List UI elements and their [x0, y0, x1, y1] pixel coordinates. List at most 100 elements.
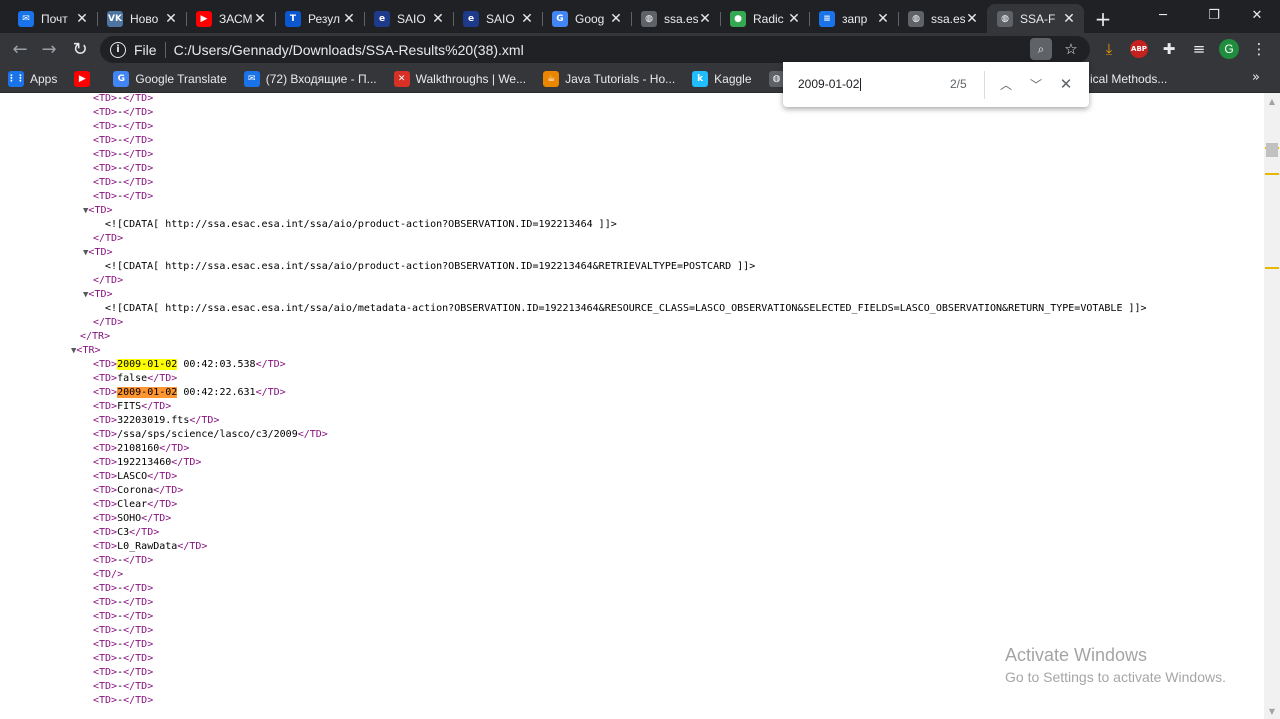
bookmark-item[interactable]: ☕ Java Tutorials - Ho... [543, 70, 676, 87]
tab-11[interactable]: ◍ SSA-F ✕ [987, 4, 1084, 33]
scrollbar-thumb[interactable] [1266, 143, 1278, 157]
find-close-icon[interactable]: ✕ [1055, 73, 1077, 95]
xml-td: <TD>-</TD> [93, 639, 154, 650]
xml-td-empty: <TD/> [93, 569, 124, 580]
tab-2[interactable]: ▶ ЗАСМ ✕ [186, 4, 275, 33]
tab-strip: ✉ Почт ✕ VK Ново ✕ ▶ ЗАСМ ✕ T Резул ✕ e SAIO ✕ e SAIO ✕ G G… [0, 0, 1280, 33]
xml-td: <TD>-</TD> [93, 93, 154, 104]
tab-8[interactable]: ● Radic ✕ [720, 4, 809, 33]
bookmark-item[interactable]: ▶ [74, 70, 96, 87]
google-icon: G [552, 10, 568, 27]
find-separator [984, 71, 985, 99]
menu-kebab-icon[interactable]: ⋮ [1248, 38, 1270, 60]
bookmark-item[interactable]: G Google Translate [113, 70, 227, 87]
close-window-button[interactable]: ✕ [1234, 0, 1280, 30]
xml-td: <TD>-</TD> [93, 625, 154, 636]
bookmark-item[interactable]: ✕ Walkthroughs | We... [393, 70, 526, 87]
tab-close-icon[interactable]: ✕ [342, 11, 356, 27]
download-icon[interactable]: ⤓ [1098, 38, 1120, 60]
xml-td: <TD>-</TD> [93, 681, 154, 692]
adblock-icon[interactable]: ABP [1128, 38, 1150, 60]
tab-close-icon[interactable]: ✕ [787, 11, 801, 27]
bookmark-item[interactable]: ⋮⋮ Apps [7, 70, 57, 87]
bookmark-star-icon[interactable]: ☆ [1060, 38, 1082, 60]
info-icon[interactable]: i [110, 41, 126, 58]
t-icon: T [285, 10, 301, 27]
restore-button[interactable]: ❐ [1191, 0, 1237, 30]
xml-td: <TD>Corona</TD> [93, 485, 184, 496]
bookmark-item[interactable]: k Kaggle [692, 70, 752, 87]
tab-title: Резул [308, 11, 340, 26]
xml-td: <TD>2009-01-02 00:42:22.631</TD> [93, 387, 286, 398]
tab-close-icon[interactable]: ✕ [876, 11, 890, 27]
profile-avatar[interactable]: G [1218, 38, 1240, 60]
page-search-icon[interactable]: ⌕ [1030, 38, 1052, 60]
new-tab-button[interactable]: + [1088, 4, 1118, 33]
bookmark-item[interactable]: ical Methods... [1090, 72, 1167, 86]
url-scheme: File [134, 41, 157, 58]
scroll-down-arrow-icon[interactable]: ▼ [1264, 703, 1280, 719]
java-icon: ☕ [543, 70, 560, 87]
xml-td: <TD>192213460</TD> [93, 457, 202, 468]
tab-6[interactable]: G Goog ✕ [542, 4, 631, 33]
tab-close-icon[interactable]: ✕ [1062, 11, 1076, 27]
tab-4[interactable]: e SAIO ✕ [364, 4, 453, 33]
bookmark-item[interactable]: ✉ (72) Входящие - П... [243, 70, 377, 87]
xml-td: <TD>-</TD> [93, 107, 154, 118]
find-bar: 2009-01-02 2/5 ︿ ﹀ ✕ [783, 62, 1089, 107]
tab-7[interactable]: ◍ ssa.es ✕ [631, 4, 720, 33]
bookmark-list: ⋮⋮ Apps ▶ G Google Translate ✉ (72) Входящие -… [7, 70, 1167, 87]
youtube-icon: ▶ [74, 70, 91, 87]
minimize-button[interactable]: ─ [1140, 0, 1186, 30]
tab-10[interactable]: ◍ ssa.es ✕ [898, 4, 987, 33]
bookmark-label: Google Translate [135, 71, 227, 86]
address-bar[interactable]: i File C:/Users/Gennady/Downloads/SSA-Re… [100, 36, 1090, 63]
xml-td: <TD>-</TD> [93, 149, 154, 160]
find-input[interactable]: 2009-01-02 [798, 77, 862, 92]
find-next-chevron-down-icon[interactable]: ﹀ [1025, 73, 1047, 95]
extensions-puzzle-icon[interactable]: ✚ [1158, 38, 1180, 60]
activate-windows-watermark: Activate Windows Go to Settings to activ… [1005, 645, 1226, 685]
document-icon: ≡ [819, 10, 835, 27]
xml-cdata: <![CDATA[ http://ssa.esac.esa.int/ssa/ai… [105, 219, 617, 230]
tab-close-icon[interactable]: ✕ [609, 11, 623, 27]
tab-close-icon[interactable]: ✕ [965, 11, 979, 27]
url-separator [164, 41, 166, 58]
find-previous-chevron-up-icon[interactable]: ︿ [995, 73, 1017, 95]
tab-title: SAIO [397, 11, 426, 26]
tab-close-icon[interactable]: ✕ [698, 11, 712, 27]
tab-close-icon[interactable]: ✕ [75, 11, 89, 27]
youtube-icon: ▶ [196, 10, 212, 27]
xml-cdata: <![CDATA[ http://ssa.esac.esa.int/ssa/ai… [105, 261, 756, 272]
tab-title: Почт [41, 11, 68, 26]
tab-3[interactable]: T Резул ✕ [275, 4, 364, 33]
forward-button[interactable]: → [34, 35, 64, 63]
tab-1[interactable]: VK Ново ✕ [97, 4, 186, 33]
browser-toolbar: ← → ↻ i File C:/Users/Gennady/Downloads/… [0, 33, 1280, 65]
tab-close-icon[interactable]: ✕ [253, 11, 267, 27]
scroll-up-arrow-icon[interactable]: ▲ [1264, 93, 1280, 109]
tab-close-icon[interactable]: ✕ [164, 11, 178, 27]
walkthroughs-icon: ✕ [393, 70, 410, 87]
vertical-scrollbar[interactable]: ▲ ▼ [1264, 93, 1280, 719]
back-button[interactable]: ← [5, 35, 35, 63]
xml-td: <TD>2009-01-02 00:42:03.538</TD> [93, 359, 286, 370]
bookmark-label: (72) Входящие - П... [265, 71, 377, 86]
more-bookmarks-chevron-icon[interactable]: » [1252, 70, 1260, 85]
globe-icon: ◍ [641, 10, 657, 27]
radio-dot-icon: ● [730, 10, 746, 27]
xml-td-open: ▼<TD> [83, 205, 113, 216]
tab-0[interactable]: ✉ Почт ✕ [8, 4, 97, 33]
vk-icon: VK [107, 10, 123, 27]
tab-5[interactable]: e SAIO ✕ [453, 4, 542, 33]
xml-td: <TD>-</TD> [93, 191, 154, 202]
reload-button[interactable]: ↻ [65, 35, 95, 63]
reading-list-icon[interactable]: ≡ [1188, 38, 1210, 60]
tab-close-icon[interactable]: ✕ [520, 11, 534, 27]
tab-9[interactable]: ≡ запр ✕ [809, 4, 898, 33]
xml-td: <TD>C3</TD> [93, 527, 160, 538]
find-match-marker [1265, 173, 1279, 175]
bookmark-label: Java Tutorials - Ho... [565, 71, 676, 86]
tab-close-icon[interactable]: ✕ [431, 11, 445, 27]
tab-title: Goog [575, 11, 605, 26]
